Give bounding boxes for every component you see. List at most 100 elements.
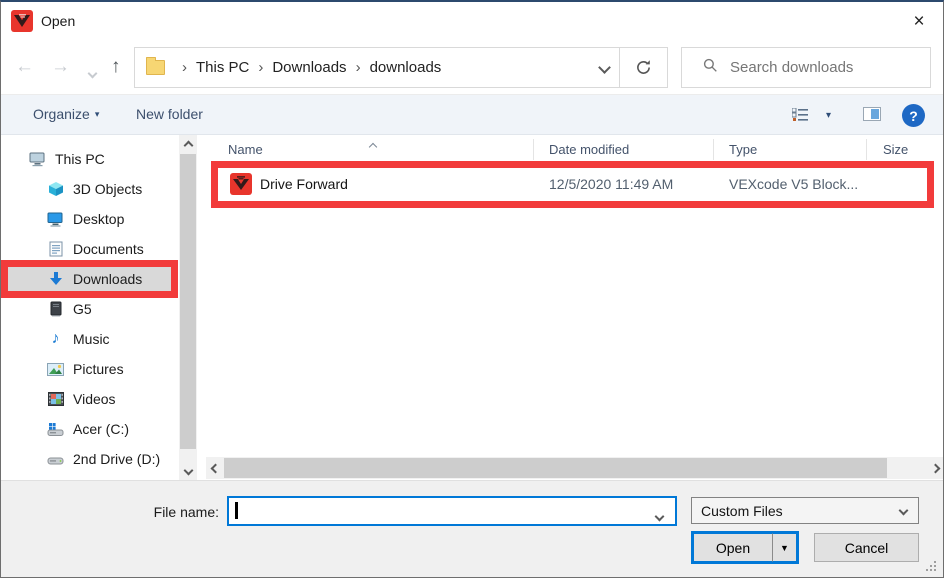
dialog-footer: File name: Custom Files Open ▼ Cancel bbox=[1, 480, 943, 577]
forward-icon[interactable]: → bbox=[51, 57, 70, 76]
sidebar-item-desktop[interactable]: Desktop bbox=[1, 204, 177, 234]
cube-icon bbox=[47, 181, 64, 198]
scroll-left-icon[interactable] bbox=[206, 457, 224, 479]
file-date-cell: 12/5/2020 11:49 AM bbox=[549, 176, 673, 192]
breadcrumb-this-pc[interactable]: This PC bbox=[196, 59, 249, 76]
main-area: This PC 3D Objects Desktop Documents Dow… bbox=[1, 135, 943, 480]
file-row-drive-forward[interactable]: Drive Forward 12/5/2020 11:49 AM VEXcode… bbox=[218, 168, 927, 201]
column-header-date-modified[interactable]: Date modified bbox=[549, 142, 629, 157]
windows-drive-icon bbox=[47, 421, 64, 438]
open-split-button: Open ▼ bbox=[691, 531, 799, 564]
back-icon[interactable]: ← bbox=[15, 57, 34, 76]
sidebar-item-2nd-drive-d[interactable]: 2nd Drive (D:) bbox=[1, 444, 177, 474]
breadcrumb-separator-icon: › bbox=[356, 59, 361, 76]
sidebar-item-downloads[interactable]: Downloads bbox=[8, 264, 172, 294]
help-button[interactable]: ? bbox=[902, 104, 925, 127]
resize-grip[interactable] bbox=[924, 559, 936, 571]
device-icon bbox=[47, 301, 64, 318]
sidebar-item-label: Music bbox=[73, 331, 110, 347]
desktop-icon bbox=[47, 211, 64, 228]
vexcode-app-icon bbox=[11, 10, 33, 32]
breadcrumb-downloads[interactable]: Downloads bbox=[272, 59, 346, 76]
search-input[interactable] bbox=[728, 58, 930, 77]
sidebar-item-label: G5 bbox=[73, 301, 92, 317]
file-type-cell: VEXcode V5 Block... bbox=[729, 176, 858, 192]
close-button[interactable]: × bbox=[897, 4, 941, 40]
document-icon bbox=[47, 241, 64, 258]
breadcrumb-separator-icon: › bbox=[182, 59, 187, 76]
command-toolbar: Organize▾ New folder ▾ ? bbox=[1, 94, 943, 135]
folder-icon bbox=[146, 60, 165, 75]
address-bar[interactable]: › This PC › Downloads › downloads bbox=[134, 47, 668, 88]
file-type-selected-value: Custom Files bbox=[701, 503, 783, 519]
column-header-type[interactable]: Type bbox=[729, 142, 757, 157]
file-type-chevron-icon bbox=[899, 506, 909, 516]
sidebar-scrollbar-thumb[interactable] bbox=[180, 154, 196, 449]
file-type-select[interactable]: Custom Files bbox=[691, 497, 919, 524]
column-header-size[interactable]: Size bbox=[883, 142, 908, 157]
annotation-box-file-row: Drive Forward 12/5/2020 11:49 AM VEXcode… bbox=[211, 161, 934, 208]
open-file-dialog: Open × ← → ↑ › This PC › Downloads › dow… bbox=[0, 0, 944, 578]
text-cursor bbox=[235, 502, 238, 519]
sidebar-scrollbar[interactable] bbox=[179, 135, 197, 480]
preview-pane-icon[interactable] bbox=[863, 107, 881, 121]
file-name-cell: Drive Forward bbox=[260, 176, 348, 192]
horizontal-scrollbar-thumb[interactable] bbox=[224, 458, 887, 478]
column-header-name[interactable]: Name bbox=[228, 142, 263, 157]
navigation-bar: ← → ↑ › This PC › Downloads › downloads bbox=[1, 42, 943, 94]
file-name-combobox bbox=[227, 496, 677, 526]
sidebar-item-label: Videos bbox=[73, 391, 116, 407]
title-bar: Open × bbox=[1, 2, 943, 42]
video-icon bbox=[47, 391, 64, 408]
sidebar-item-label: Downloads bbox=[73, 271, 142, 287]
sidebar-item-label: Acer (C:) bbox=[73, 421, 129, 437]
sidebar-item-label: 3D Objects bbox=[73, 181, 142, 197]
sidebar-item-this-pc[interactable]: This PC bbox=[1, 144, 177, 174]
horizontal-scrollbar[interactable] bbox=[206, 457, 944, 479]
column-divider[interactable] bbox=[713, 139, 714, 160]
change-view-icon[interactable] bbox=[792, 108, 809, 127]
sidebar-item-acer-c[interactable]: Acer (C:) bbox=[1, 414, 177, 444]
sidebar-item-label: 2nd Drive (D:) bbox=[73, 451, 160, 467]
breadcrumb-separator-icon: › bbox=[258, 59, 263, 76]
sidebar-item-3d-objects[interactable]: 3D Objects bbox=[1, 174, 177, 204]
scroll-right-icon[interactable] bbox=[926, 457, 944, 479]
sidebar-item-g5[interactable]: G5 bbox=[1, 294, 177, 324]
column-divider[interactable] bbox=[866, 139, 867, 160]
scroll-down-icon[interactable] bbox=[179, 461, 197, 479]
new-folder-button[interactable]: New folder bbox=[136, 106, 203, 122]
sidebar-item-documents[interactable]: Documents bbox=[1, 234, 177, 264]
file-name-label: File name: bbox=[79, 504, 219, 520]
cancel-button[interactable]: Cancel bbox=[814, 533, 919, 562]
sidebar-item-label: Pictures bbox=[73, 361, 124, 377]
sidebar-item-pictures[interactable]: Pictures bbox=[1, 354, 177, 384]
sidebar-item-label: Documents bbox=[73, 241, 144, 257]
up-icon[interactable]: ↑ bbox=[111, 57, 121, 76]
organize-button[interactable]: Organize▾ bbox=[33, 106, 99, 122]
search-icon bbox=[703, 58, 718, 78]
breadcrumb-downloads-folder[interactable]: downloads bbox=[370, 59, 442, 76]
download-icon bbox=[47, 271, 64, 288]
sidebar-item-label: This PC bbox=[55, 151, 105, 167]
file-name-dropdown-chevron-icon[interactable] bbox=[656, 507, 663, 525]
open-button[interactable]: Open bbox=[693, 533, 772, 562]
search-box bbox=[681, 47, 931, 88]
caret-down-icon: ▾ bbox=[95, 109, 100, 119]
drive-icon bbox=[47, 451, 64, 468]
music-icon: ♪ bbox=[47, 331, 64, 348]
sort-ascending-icon bbox=[370, 137, 376, 155]
file-name-input[interactable] bbox=[239, 500, 645, 523]
sidebar-item-music[interactable]: ♪ Music bbox=[1, 324, 177, 354]
scroll-up-icon[interactable] bbox=[179, 136, 197, 154]
open-dropdown-arrow-icon[interactable]: ▼ bbox=[772, 533, 797, 562]
computer-icon bbox=[29, 151, 46, 168]
column-divider[interactable] bbox=[533, 139, 534, 160]
recent-locations-chevron-icon[interactable] bbox=[89, 64, 96, 82]
view-caret-down-icon[interactable]: ▾ bbox=[826, 110, 831, 121]
picture-icon bbox=[47, 361, 64, 378]
refresh-icon[interactable] bbox=[620, 59, 667, 76]
address-dropdown-chevron-icon[interactable] bbox=[589, 63, 619, 72]
sidebar-item-videos[interactable]: Videos bbox=[1, 384, 177, 414]
window-title: Open bbox=[41, 13, 75, 29]
sidebar-item-label: Desktop bbox=[73, 211, 124, 227]
